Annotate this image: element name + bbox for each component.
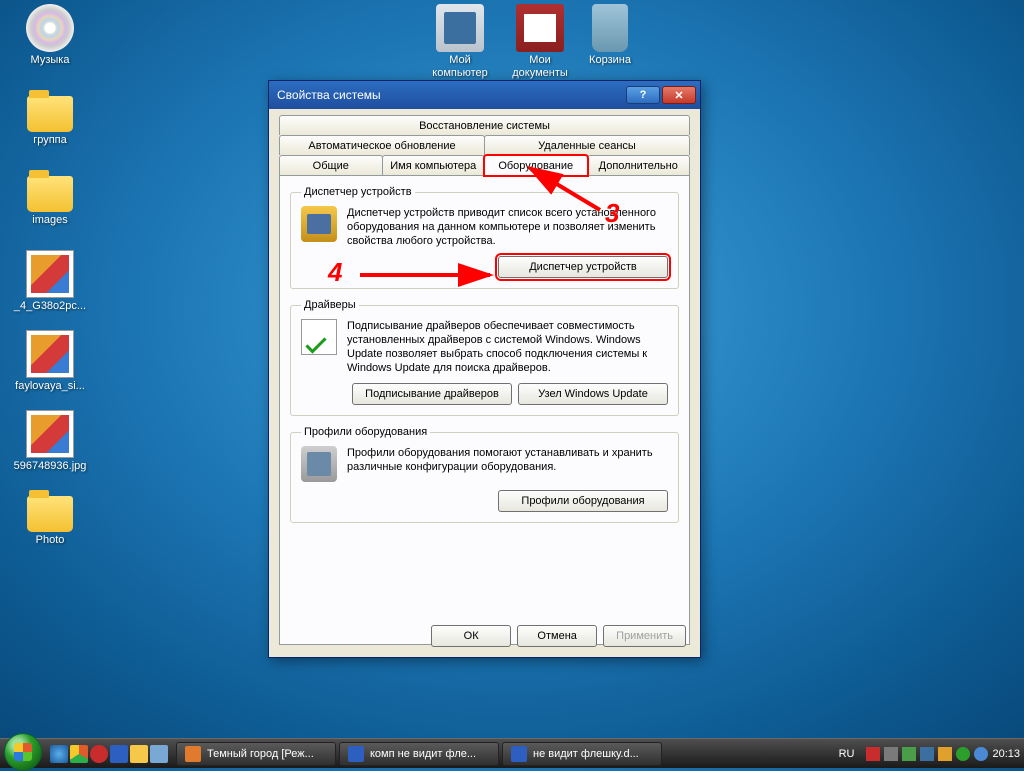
taskbar-button[interactable]: не видит флешку.d... — [502, 742, 662, 766]
tray-icon[interactable] — [902, 747, 916, 761]
help-button[interactable]: ? — [626, 86, 660, 104]
desktop-icon-label: faylovaya_si... — [10, 380, 90, 393]
tray-icon[interactable] — [956, 747, 970, 761]
taskbar-button[interactable]: Темный город [Реж... — [176, 742, 336, 766]
tab-auto-update[interactable]: Автоматическое обновление — [279, 135, 485, 155]
tab-remote-sessions[interactable]: Удаленные сеансы — [484, 135, 690, 155]
hardware-profiles-button[interactable]: Профили оборудования — [498, 490, 668, 512]
desktop-icon-img3[interactable]: 596748936.jpg — [10, 410, 90, 473]
ql-media-icon[interactable] — [110, 745, 128, 763]
taskbar-button[interactable]: комп не видит фле... — [339, 742, 499, 766]
tab-advanced[interactable]: Дополнительно — [587, 155, 691, 175]
clock[interactable]: 20:13 — [992, 748, 1020, 760]
device-manager-text: Диспетчер устройств приводит список всег… — [347, 206, 668, 248]
docs-icon — [516, 4, 564, 52]
quick-launch — [50, 745, 168, 763]
desktop-icon-img2[interactable]: faylovaya_si... — [10, 330, 90, 393]
desktop-icon-my-computer[interactable]: Мой компьютер — [420, 4, 500, 80]
taskbar-app-icon — [348, 746, 364, 762]
hardware-profiles-icon — [301, 446, 337, 482]
apply-button[interactable]: Применить — [603, 625, 686, 647]
folder-icon — [27, 496, 73, 532]
system-tray: RU 20:13 — [839, 747, 1020, 761]
bin-icon — [592, 4, 628, 52]
taskbar: Темный город [Реж... комп не видит фле...… — [0, 738, 1024, 768]
ql-chrome-icon[interactable] — [70, 745, 88, 763]
start-orb[interactable] — [4, 733, 42, 771]
img-icon — [26, 250, 74, 298]
ql-showdesktop-icon[interactable] — [150, 745, 168, 763]
desktop-icon-label: Photo — [10, 534, 90, 547]
folder-icon — [27, 176, 73, 212]
tab-system-restore[interactable]: Восстановление системы — [279, 115, 690, 135]
desktop-icon-label: _4_G38o2pc... — [10, 300, 90, 313]
desktop-icon-label: images — [10, 214, 90, 227]
hardware-profiles-legend: Профили оборудования — [301, 426, 430, 438]
windows-update-button[interactable]: Узел Windows Update — [518, 383, 668, 405]
hardware-profiles-group: Профили оборудования Профили оборудовани… — [290, 426, 679, 523]
drivers-text: Подписывание драйверов обеспечивает совм… — [347, 319, 668, 375]
system-properties-dialog: Свойства системы ? ✕ Восстановление сист… — [268, 80, 701, 658]
hardware-profiles-text: Профили оборудования помогают устанавлив… — [347, 446, 668, 482]
device-manager-button[interactable]: Диспетчер устройств — [498, 256, 668, 278]
ql-opera-icon[interactable] — [90, 745, 108, 763]
device-manager-icon — [301, 206, 337, 242]
desktop-icon-label: Мой компьютер — [420, 54, 500, 80]
device-manager-group: Диспетчер устройств Диспетчер устройств … — [290, 186, 679, 289]
ok-button[interactable]: ОК — [431, 625, 511, 647]
taskbar-app-icon — [185, 746, 201, 762]
folder-icon — [27, 96, 73, 132]
titlebar[interactable]: Свойства системы ? ✕ — [269, 81, 700, 109]
tray-icon[interactable] — [920, 747, 934, 761]
cancel-button[interactable]: Отмена — [517, 625, 597, 647]
tab-hardware[interactable]: Оборудование — [484, 155, 588, 176]
dialog-title: Свойства системы — [277, 88, 381, 102]
img-icon — [26, 330, 74, 378]
desktop-icon-gruppa[interactable]: группа — [10, 90, 90, 147]
tab-general[interactable]: Общие — [279, 155, 383, 175]
desktop-icon-my-documents[interactable]: Мои документы — [500, 4, 580, 80]
desktop-icon-label: Корзина — [570, 54, 650, 67]
desktop-icon-music[interactable]: Музыка — [10, 4, 90, 67]
cd-icon — [26, 4, 74, 52]
driver-signing-button[interactable]: Подписывание драйверов — [352, 383, 512, 405]
tray-icon[interactable] — [884, 747, 898, 761]
taskbar-button-label: комп не видит фле... — [370, 748, 476, 760]
tray-icon[interactable] — [974, 747, 988, 761]
desktop-icon-images[interactable]: images — [10, 170, 90, 227]
tray-icon[interactable] — [938, 747, 952, 761]
tab-computer-name[interactable]: Имя компьютера — [382, 155, 486, 175]
drivers-icon — [301, 319, 337, 355]
ql-ie-icon[interactable] — [50, 745, 68, 763]
device-manager-legend: Диспетчер устройств — [301, 186, 415, 198]
desktop-icon-label: 596748936.jpg — [10, 460, 90, 473]
ql-explorer-icon[interactable] — [130, 745, 148, 763]
close-button[interactable]: ✕ — [662, 86, 696, 104]
desktop-icon-photo[interactable]: Photo — [10, 490, 90, 547]
desktop-icon-label: Мои документы — [500, 54, 580, 80]
taskbar-button-label: Темный город [Реж... — [207, 748, 314, 760]
language-indicator[interactable]: RU — [839, 748, 855, 760]
tab-panel-hardware: Диспетчер устройств Диспетчер устройств … — [279, 175, 690, 645]
desktop-icon-label: группа — [10, 134, 90, 147]
drivers-legend: Драйверы — [301, 299, 359, 311]
taskbar-app-icon — [511, 746, 527, 762]
desktop-icon-recycle-bin[interactable]: Корзина — [570, 4, 650, 67]
tray-icon[interactable] — [866, 747, 880, 761]
desktop-icon-label: Музыка — [10, 54, 90, 67]
desktop-icon-img1[interactable]: _4_G38o2pc... — [10, 250, 90, 313]
drivers-group: Драйверы Подписывание драйверов обеспечи… — [290, 299, 679, 416]
img-icon — [26, 410, 74, 458]
pc-icon — [436, 4, 484, 52]
taskbar-button-label: не видит флешку.d... — [533, 748, 639, 760]
